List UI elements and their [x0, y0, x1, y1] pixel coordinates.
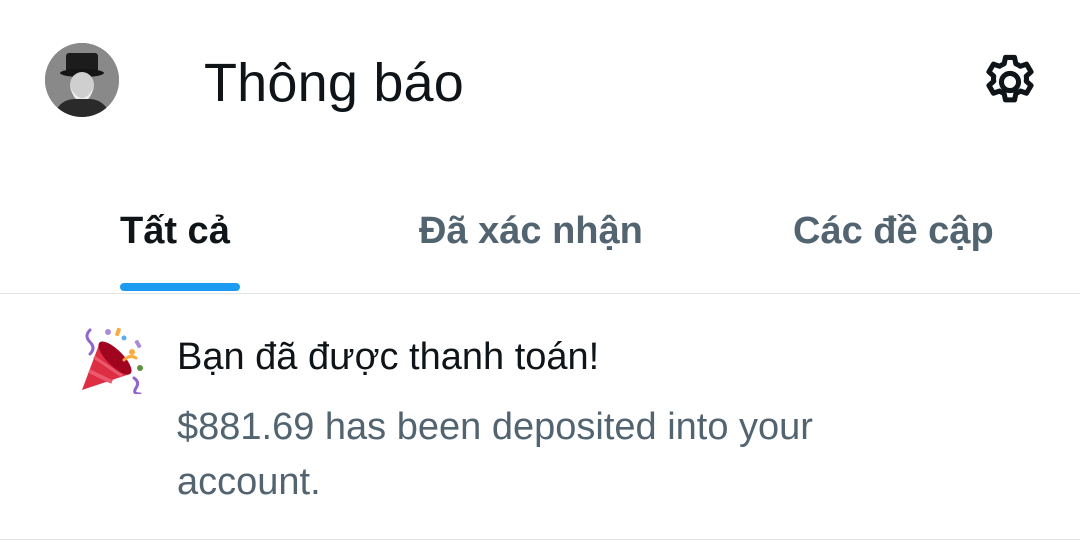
notification-title: Bạn đã được thanh toán! — [177, 336, 600, 378]
active-tab-indicator — [120, 283, 240, 291]
tab-verified[interactable]: Đã xác nhận — [419, 208, 643, 254]
notification-tabs: Tất cả Đã xác nhận Các đề cập — [0, 190, 1080, 294]
notification-body: $881.69 has been deposited into your acc… — [177, 406, 813, 503]
avatar[interactable] — [45, 43, 119, 117]
party-popper-icon — [78, 324, 148, 396]
page-title: Thông báo — [204, 53, 465, 113]
avatar-photo-icon — [45, 43, 119, 117]
gear-icon — [986, 54, 1034, 103]
settings-button[interactable] — [978, 50, 1042, 114]
top-bar: Thông báo — [0, 0, 1080, 165]
tab-mentions[interactable]: Các đề cập — [793, 208, 994, 254]
tab-all[interactable]: Tất cả — [120, 208, 230, 254]
notification-item[interactable]: Bạn đã được thanh toán! $881.69 has been… — [0, 294, 1080, 540]
